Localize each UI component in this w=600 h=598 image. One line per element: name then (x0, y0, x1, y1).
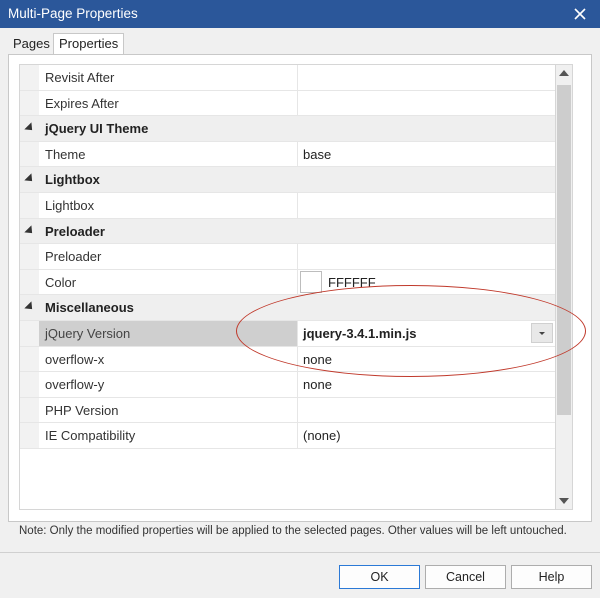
close-button[interactable] (560, 0, 600, 28)
property-value: base (303, 146, 332, 162)
property-name: Expires After (45, 95, 119, 111)
property-row[interactable]: Expires After (20, 90, 555, 117)
property-name: IE Compatibility (45, 428, 136, 444)
row-gutter (20, 141, 39, 167)
row-gutter (20, 218, 39, 244)
color-swatch[interactable] (300, 270, 322, 293)
property-value: none (303, 377, 332, 393)
property-value-cell[interactable]: FFFFFF (297, 269, 555, 295)
row-gutter (20, 372, 39, 397)
tab-properties[interactable]: Properties (53, 33, 125, 55)
row-gutter (20, 116, 39, 141)
property-value: FFFFFF (328, 274, 376, 290)
property-value-cell[interactable]: base (297, 141, 555, 167)
property-row[interactable]: Lightbox (20, 193, 555, 219)
tab-pages[interactable]: Pages (8, 34, 55, 54)
category-label: Lightbox (45, 172, 100, 188)
property-name: PHP Version (45, 402, 119, 418)
property-row[interactable]: overflow-x none (20, 346, 555, 373)
property-name: Theme (45, 146, 86, 162)
category-row[interactable]: jQuery UI Theme (20, 116, 555, 142)
close-icon (574, 8, 586, 20)
collapse-caret-icon[interactable] (24, 173, 36, 186)
row-gutter (20, 321, 39, 346)
row-gutter (20, 167, 39, 192)
property-value-cell[interactable] (297, 397, 555, 423)
category-row[interactable]: Lightbox (20, 167, 555, 193)
property-name: Color (45, 274, 77, 290)
window-title: Multi-Page Properties (8, 6, 138, 21)
property-name: Lightbox (45, 198, 95, 213)
category-label: Miscellaneous (45, 300, 134, 316)
row-gutter (20, 244, 39, 269)
property-name: overflow-y (45, 377, 105, 393)
row-gutter (20, 397, 39, 423)
collapse-caret-icon[interactable] (24, 301, 36, 314)
row-gutter (20, 269, 39, 295)
footer-divider (0, 552, 600, 553)
property-row[interactable]: jQuery Version jquery-3.4.1.min.js (20, 321, 555, 347)
property-value-cell[interactable]: none (297, 372, 555, 397)
property-value: jquery-3.4.1.min.js (303, 326, 417, 341)
cancel-button[interactable]: Cancel (425, 565, 506, 589)
help-button[interactable]: Help (511, 565, 592, 589)
scroll-up-arrow-icon[interactable] (556, 65, 572, 82)
property-name: overflow-x (45, 351, 105, 367)
property-row[interactable]: PHP Version (20, 397, 555, 424)
note-text: Note: Only the modified properties will … (19, 525, 567, 537)
dropdown-arrow-icon[interactable] (531, 323, 553, 343)
property-value-cell[interactable] (297, 65, 555, 90)
ok-button[interactable]: OK (339, 565, 420, 589)
property-row[interactable]: Revisit After (20, 65, 555, 91)
property-row[interactable]: Theme base (20, 141, 555, 168)
row-gutter (20, 423, 39, 448)
property-value-cell[interactable]: jquery-3.4.1.min.js (297, 321, 555, 346)
row-gutter (20, 295, 39, 320)
title-bar: Multi-Page Properties (0, 0, 600, 28)
category-label: jQuery UI Theme (45, 121, 149, 137)
grid-scrollbar[interactable] (556, 64, 573, 510)
category-label: Preloader (45, 223, 105, 239)
property-value-cell[interactable] (297, 244, 555, 269)
property-value-cell[interactable]: (none) (297, 423, 555, 448)
property-value-cell[interactable] (297, 193, 555, 218)
property-name: jQuery Version (45, 326, 131, 341)
collapse-caret-icon[interactable] (24, 224, 36, 237)
scroll-down-arrow-icon[interactable] (556, 492, 572, 509)
row-gutter (20, 90, 39, 116)
property-name: Preloader (45, 249, 102, 265)
collapse-caret-icon[interactable] (24, 122, 36, 134)
property-value-cell[interactable]: none (297, 346, 555, 372)
row-gutter (20, 346, 39, 372)
property-row[interactable]: Preloader (20, 244, 555, 270)
property-row[interactable]: IE Compatibility (none) (20, 423, 555, 449)
category-row[interactable]: Preloader (20, 218, 555, 245)
property-name: Revisit After (45, 70, 115, 85)
property-grid: Revisit After Expires After jQuery UI Them… (19, 64, 556, 510)
scroll-thumb[interactable] (557, 85, 571, 415)
category-row[interactable]: Miscellaneous (20, 295, 555, 321)
property-value: none (303, 351, 332, 367)
property-row[interactable]: Color FFFFFF (20, 269, 555, 296)
property-value-cell[interactable] (297, 90, 555, 116)
property-row[interactable]: overflow-y none (20, 372, 555, 398)
row-gutter (20, 193, 39, 218)
property-value: (none) (303, 428, 341, 444)
row-gutter (20, 65, 39, 90)
